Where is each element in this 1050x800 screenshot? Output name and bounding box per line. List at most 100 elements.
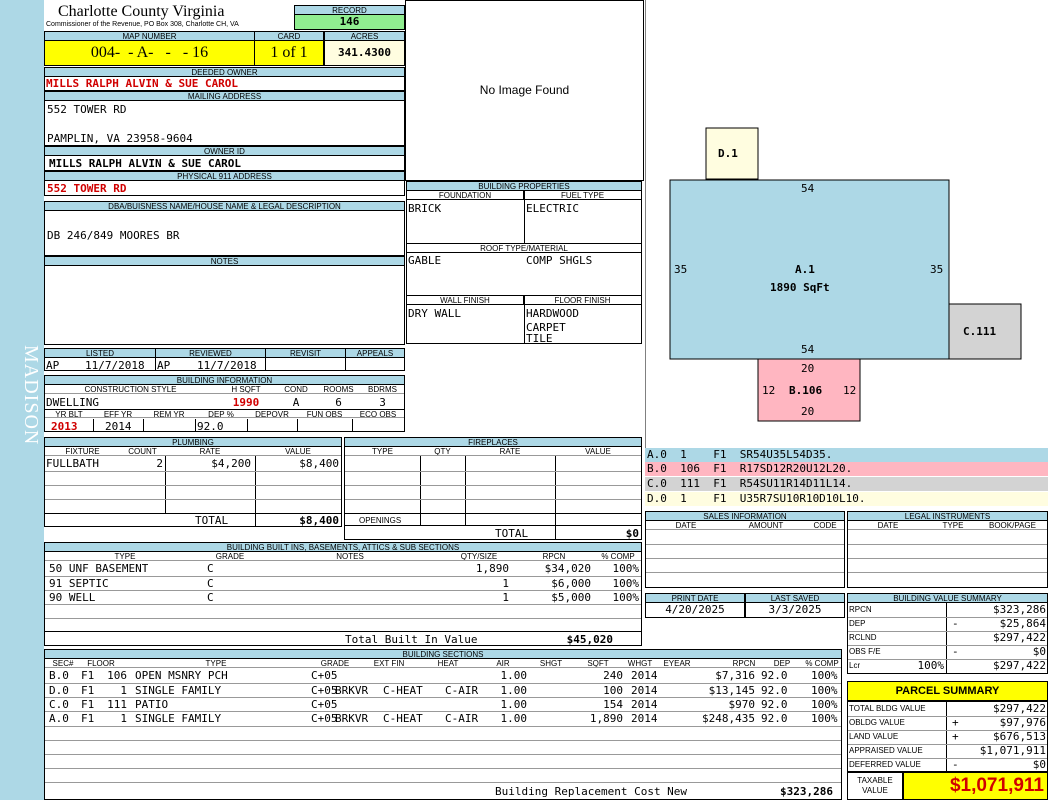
- section-shgt: 1.00: [500, 684, 528, 697]
- deeded-owner-label: DEEDED OWNER: [44, 67, 405, 76]
- parcel-summary-title: PARCEL SUMMARY: [847, 681, 1048, 701]
- section-code: 1: [120, 712, 127, 725]
- builtins-type: 91 SEPTIC: [49, 577, 109, 590]
- dba-value: DB 246/849 MOORES BR: [44, 210, 405, 256]
- section-grade: C+05: [311, 698, 338, 711]
- comp-header: % COMP: [803, 659, 841, 668]
- builtins-rpcn: $34,020: [544, 562, 591, 575]
- deeded-owner-value: MILLS RALPH ALVIN & SUE CAROL: [44, 76, 405, 91]
- legal-label: LEGAL INSTRUMENTS: [847, 511, 1048, 520]
- section-grade: C+05: [311, 712, 338, 725]
- builtins-qty: 1: [502, 591, 509, 604]
- owner-id-value: MILLS RALPH ALVIN & SUE CAROL: [44, 155, 405, 171]
- fireplace-total-label: TOTAL: [495, 527, 529, 540]
- section-rpcn: $7,316: [715, 669, 755, 682]
- section-sec: A.0: [49, 712, 69, 725]
- sketch-legend-row: B.0 106 F1 R17SD12R20U12L20.: [645, 462, 1048, 476]
- physical-address-label: PHYSICAL 911 ADDRESS: [44, 171, 405, 180]
- builtins-comp: 100%: [612, 591, 640, 604]
- sketch-legend-row: D.0 1 F1 U35R7SU10R10D10L10.: [645, 492, 1048, 506]
- building-info-box: CONSTRUCTION STYLE H SQFT COND ROOMS BDR…: [44, 384, 405, 433]
- ps-label: TOTAL BLDG VALUE: [849, 704, 926, 713]
- section-sec: B.0: [49, 669, 69, 682]
- foundation-label: FOUNDATION: [407, 191, 524, 200]
- sketch-legend-row: A.0 1 F1 SR54U35L54D35.: [645, 448, 1048, 462]
- yrblt-label: YR BLT: [45, 409, 93, 418]
- builtins-grade: C: [207, 577, 214, 590]
- ps-value: $676,513: [993, 730, 1046, 743]
- construction-style-label: CONSTRUCTION STYLE: [45, 385, 216, 394]
- funobs-label: FUN OBS: [297, 409, 352, 418]
- extfin-header: EXT FIN: [359, 659, 419, 668]
- fireplaces-table: TYPE QTY RATE VALUE OPENINGS TOTAL $0: [344, 446, 642, 540]
- plumbing-fixture: FULLBATH: [46, 457, 99, 470]
- section-air: C-AIR: [445, 712, 479, 725]
- sketch-a-bottom: 54: [801, 343, 815, 356]
- section-extfin: BRKVR: [335, 684, 369, 697]
- wall-finish-value: DRY WALL: [408, 307, 461, 320]
- mailing-address-label: MAILING ADDRESS: [44, 91, 405, 100]
- sketch-a-right: 35: [930, 263, 944, 276]
- vs-pct: 100%: [917, 659, 945, 672]
- value-summary-label: BUILDING VALUE SUMMARY: [847, 593, 1048, 602]
- depovr-label: DEPOVR: [247, 409, 297, 418]
- builtins-rpcn: $6,000: [551, 577, 591, 590]
- ps-label: APPRAISED VALUE: [849, 746, 923, 755]
- yrblt-value: 2013: [51, 420, 78, 433]
- hsqft-value: 1990: [232, 396, 260, 409]
- builtins-comp: 100%: [612, 577, 640, 590]
- sections-total: $323,286: [780, 785, 833, 798]
- section-comp: 100%: [811, 712, 838, 725]
- remyr-label: REM YR: [143, 409, 195, 418]
- bdrms-label: BDRMS: [361, 385, 404, 394]
- listed-by: AP: [46, 359, 60, 372]
- floor-header: FLOOR: [81, 659, 121, 668]
- ps-value: $1,071,911: [979, 744, 1046, 757]
- reviewed-date: 11/7/2018: [197, 359, 257, 372]
- floor-finish-label: FLOOR FINISH: [524, 296, 641, 305]
- builtins-comp-header: % COMP: [595, 552, 641, 561]
- section-shgt: 1.00: [500, 712, 528, 725]
- builtins-comp: 100%: [612, 562, 640, 575]
- vs-value: $25,864: [999, 617, 1046, 630]
- plumbing-value-header: VALUE: [255, 447, 341, 456]
- bdrms-value: 3: [379, 396, 386, 409]
- builtins-qty: 1,890: [475, 562, 509, 575]
- mailing-line-2: PAMPLIN, VA 23958-9604: [47, 132, 193, 145]
- section-grade: C+05: [311, 684, 338, 697]
- sections-table: SEC# FLOOR TYPE GRADE EXT FIN HEAT AIR S…: [44, 658, 842, 800]
- section-rpcn: $970: [728, 698, 756, 711]
- rooms-label: ROOMS: [316, 385, 361, 394]
- sales-date-header: DATE: [646, 521, 726, 530]
- type-header: TYPE: [121, 659, 311, 668]
- ps-label: OBLDG VALUE: [849, 718, 905, 727]
- builtins-grade: C: [207, 562, 214, 575]
- taxable-label-box: TAXABLE VALUE: [847, 772, 903, 800]
- builtins-table: TYPE GRADE NOTES QTY/SIZE RPCN % COMP 50…: [44, 551, 642, 646]
- roof-type-value: GABLE: [408, 254, 442, 267]
- section-heat: C-HEAT: [383, 684, 423, 697]
- sketch-a-top: 54: [801, 182, 815, 195]
- section-sqft: 100: [603, 684, 623, 697]
- legal-book-header: BOOK/PAGE: [978, 521, 1047, 530]
- appeals-label: APPEALS: [345, 349, 404, 358]
- sales-code-header: CODE: [806, 521, 844, 530]
- fireplaces-label: FIREPLACES: [344, 437, 642, 446]
- section-floor: F1: [81, 712, 95, 725]
- wall-finish-label: WALL FINISH: [407, 296, 524, 305]
- vs-label: RPCN: [849, 605, 872, 614]
- sqft-header: SQFT: [573, 659, 623, 668]
- sales-label: SALES INFORMATION: [645, 511, 845, 520]
- sales-table: DATE AMOUNT CODE: [645, 520, 845, 588]
- section-floor: F1: [81, 684, 95, 697]
- section-sqft: 240: [603, 669, 623, 682]
- sketch-b-label: B.106: [789, 384, 823, 397]
- record-value: 146: [294, 14, 405, 30]
- building-sketch: [645, 0, 1022, 448]
- vs-label: RCLND: [849, 633, 877, 642]
- cond-label: COND: [276, 385, 316, 394]
- section-heat: C-HEAT: [383, 712, 423, 725]
- eyear-header: EYEAR: [657, 659, 697, 668]
- ps-value: $97,976: [999, 716, 1046, 729]
- section-code: 1: [120, 684, 127, 697]
